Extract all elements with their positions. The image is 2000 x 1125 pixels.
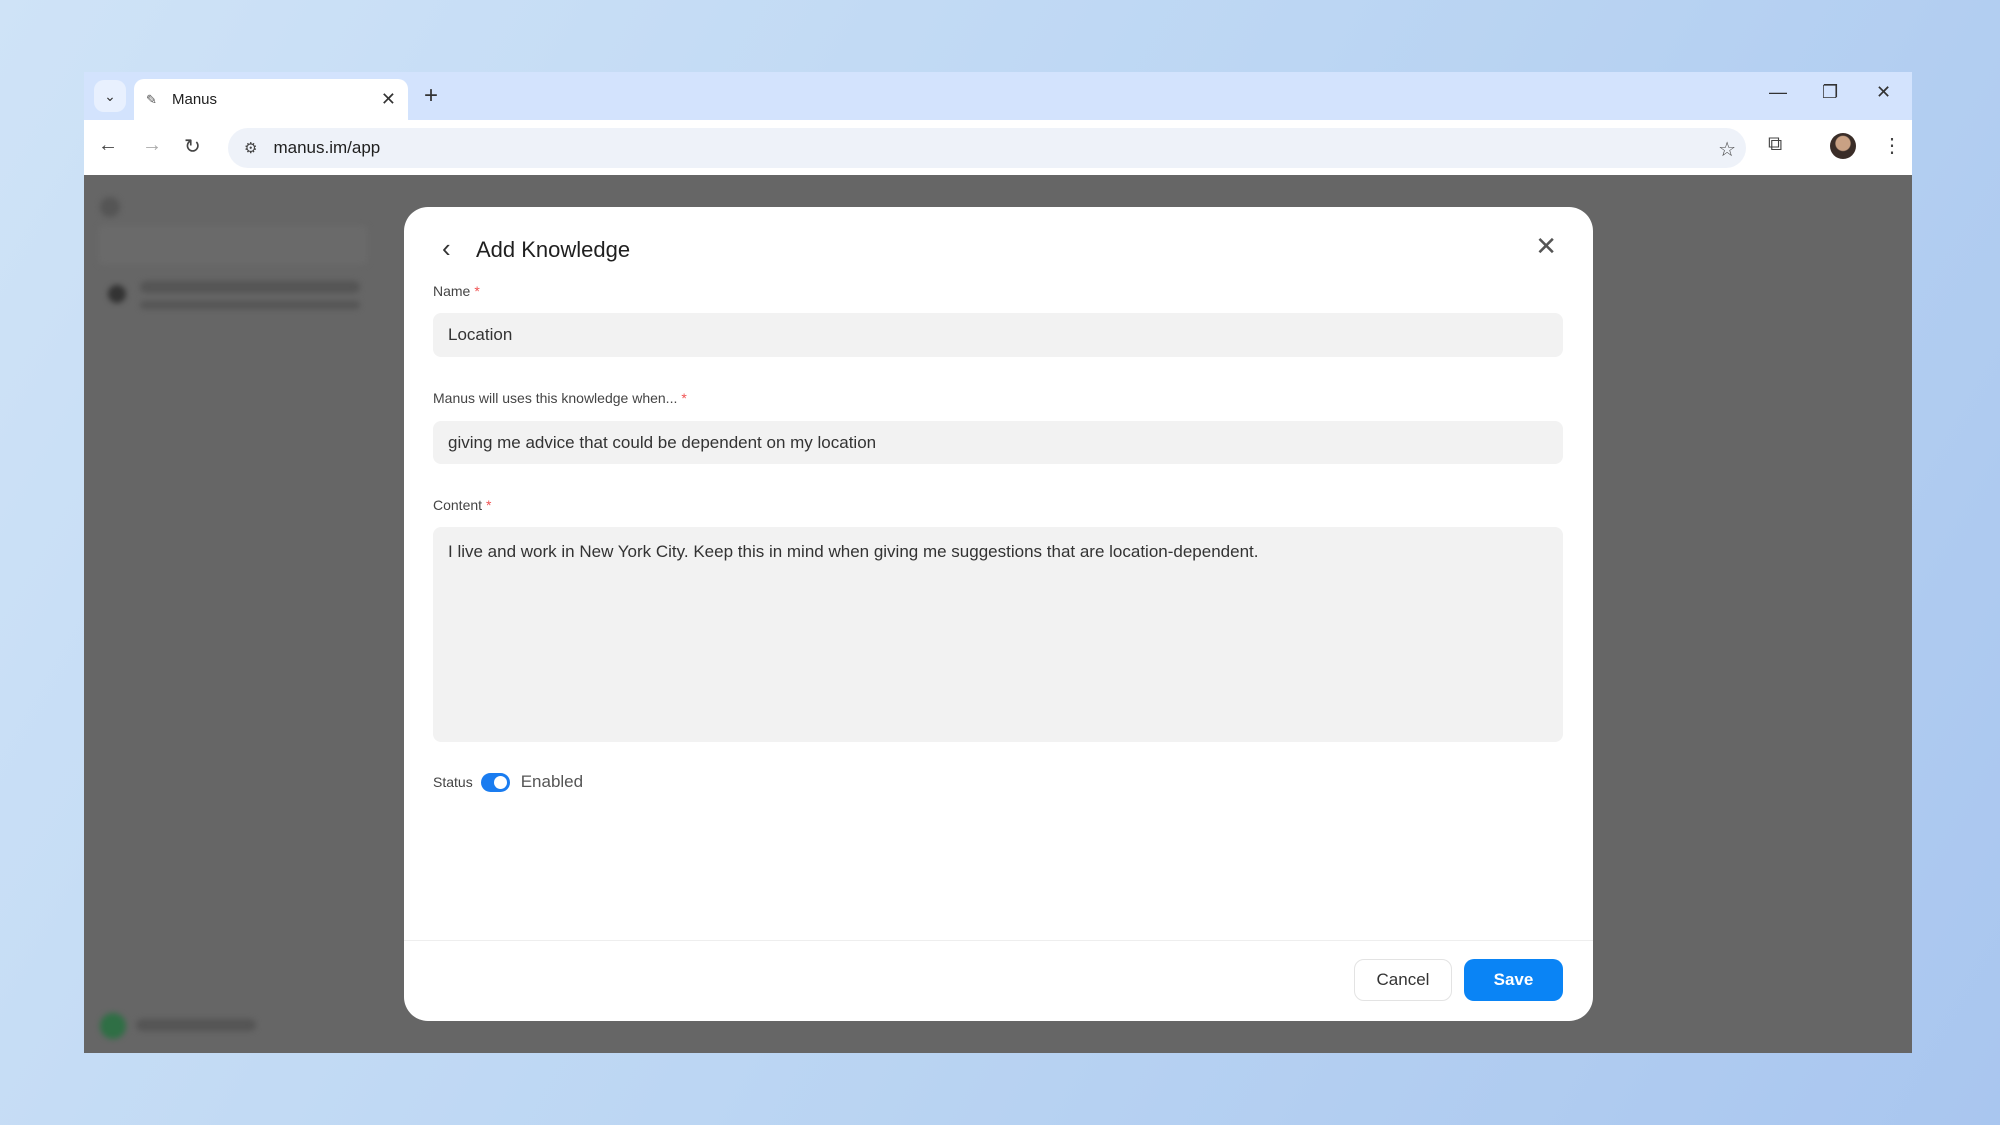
status-label: Status [433, 774, 473, 790]
status-toggle[interactable] [481, 773, 510, 792]
tab-manus[interactable]: ✎ Manus ✕ [134, 79, 408, 120]
menu-kebab-icon[interactable]: ⋮ [1882, 133, 1902, 158]
cancel-button[interactable]: Cancel [1354, 959, 1452, 1001]
forward-icon[interactable]: → [142, 134, 162, 157]
save-button[interactable]: Save [1464, 959, 1563, 1001]
status-row: Status Enabled [433, 772, 583, 792]
minimize-icon[interactable]: — [1769, 82, 1787, 103]
profile-avatar[interactable] [1830, 133, 1856, 159]
tab-search-button[interactable]: ⌄ [94, 80, 126, 112]
required-mark: * [681, 390, 686, 406]
name-input[interactable] [433, 313, 1563, 357]
address-bar[interactable]: ⚙ manus.im/app ☆ [228, 128, 1746, 168]
blurred-sidebar [84, 175, 374, 1053]
new-tab-icon[interactable]: + [424, 82, 438, 110]
back-chevron-icon[interactable]: ‹ [442, 233, 451, 264]
required-mark: * [474, 283, 479, 299]
close-tab-icon[interactable]: ✕ [381, 89, 396, 110]
footer-divider [404, 940, 1593, 941]
close-window-icon[interactable]: ✕ [1876, 82, 1891, 103]
tab-bar: ⌄ ✎ Manus ✕ + — ❐ ✕ [84, 72, 1912, 120]
status-value: Enabled [521, 772, 583, 792]
url-text: manus.im/app [273, 138, 380, 158]
content-textarea[interactable]: I live and work in New York City. Keep t… [433, 527, 1563, 742]
extensions-icon[interactable]: ⧉ [1768, 133, 1782, 156]
add-knowledge-dialog: ‹ Add Knowledge ✕ Name* Manus will uses … [404, 207, 1593, 1021]
when-label: Manus will uses this knowledge when...* [433, 390, 687, 406]
close-icon[interactable]: ✕ [1535, 231, 1557, 262]
browser-toolbar: ← → ↻ ⚙ manus.im/app ☆ ⧉ ⋮ [84, 120, 1912, 175]
tab-title: Manus [172, 91, 217, 108]
back-icon[interactable]: ← [98, 134, 118, 157]
reload-icon[interactable]: ↻ [184, 134, 201, 159]
dialog-title: Add Knowledge [476, 237, 630, 263]
required-mark: * [486, 497, 491, 513]
content-label: Content* [433, 497, 492, 513]
name-label: Name* [433, 283, 480, 299]
bookmark-star-icon[interactable]: ☆ [1718, 137, 1736, 162]
restore-icon[interactable]: ❐ [1822, 82, 1838, 103]
site-settings-icon[interactable]: ⚙ [244, 139, 257, 157]
manus-favicon-icon: ✎ [146, 92, 162, 108]
when-input[interactable] [433, 421, 1563, 464]
